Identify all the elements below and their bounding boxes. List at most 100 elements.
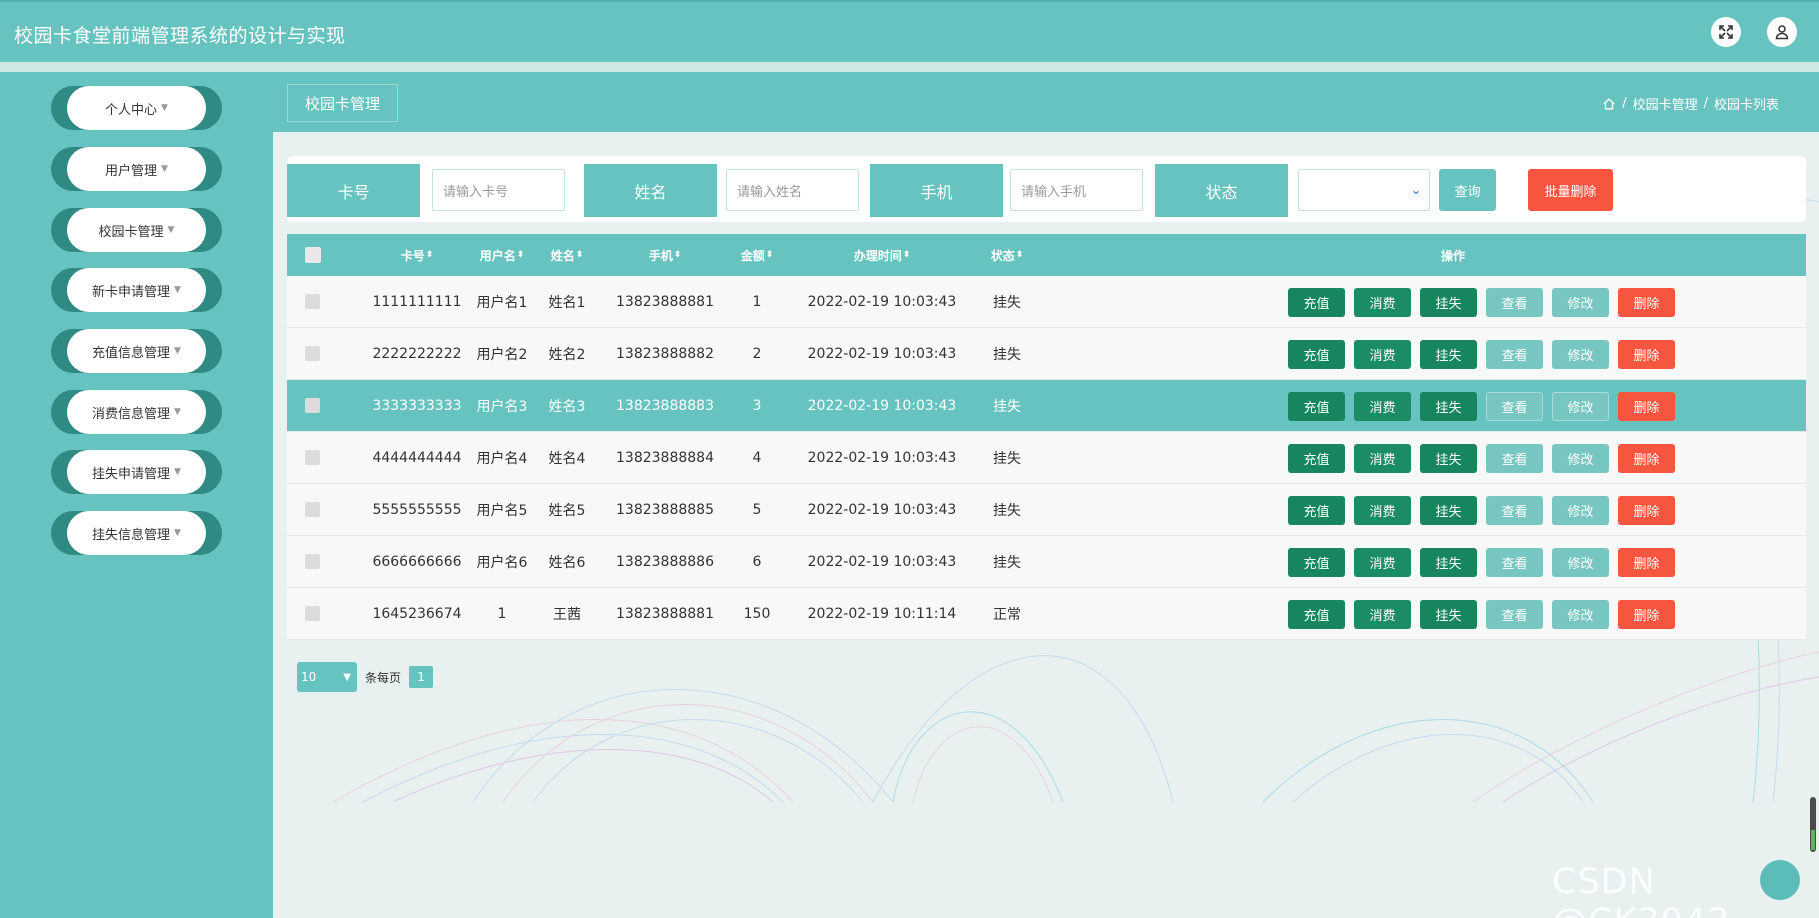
card-number-input[interactable]: 请输入卡号 (432, 169, 565, 211)
edit-button[interactable]: 修改 (1552, 392, 1609, 421)
col-name[interactable]: 姓名 ⬍ (537, 234, 597, 276)
table-row[interactable]: 1111111111 用户名1 姓名1 13823888881 1 2022-0… (287, 276, 1806, 328)
table-row[interactable]: 6666666666 用户名6 姓名6 13823888886 6 2022-0… (287, 536, 1806, 588)
edit-button[interactable]: 修改 (1552, 340, 1609, 369)
page-size-value: 10 (301, 670, 317, 684)
col-process-time[interactable]: 办理时间 ⬍ (802, 234, 962, 276)
recharge-button[interactable]: 充值 (1288, 288, 1345, 317)
cell-username: 用户名3 (476, 399, 528, 415)
phone-input[interactable]: 请输入手机 (1010, 169, 1143, 211)
sidebar-item-user-management[interactable]: 用户管理 ▼ (51, 147, 222, 191)
report-loss-button[interactable]: 挂失 (1420, 496, 1477, 525)
consume-button[interactable]: 消费 (1354, 392, 1411, 421)
delete-button[interactable]: 删除 (1618, 340, 1675, 369)
view-button[interactable]: 查看 (1486, 600, 1543, 629)
table-row[interactable]: 2222222222 用户名2 姓名2 13823888882 2 2022-0… (287, 328, 1806, 380)
edit-button[interactable]: 修改 (1552, 496, 1609, 525)
tab-campus-card[interactable]: 校园卡管理 (287, 84, 398, 122)
table-row[interactable]: 5555555555 用户名5 姓名5 13823888885 5 2022-0… (287, 484, 1806, 536)
sidebar-item-loss-application[interactable]: 挂失申请管理 ▼ (51, 450, 222, 494)
sort-icon: ⬍ (575, 250, 584, 260)
table-row[interactable]: 3333333333 用户名3 姓名3 13823888883 3 2022-0… (287, 380, 1806, 432)
consume-button[interactable]: 消费 (1354, 340, 1411, 369)
col-status[interactable]: 状态 ⬍ (977, 234, 1037, 276)
row-checkbox[interactable] (305, 502, 320, 517)
status-select[interactable]: ⌄ (1298, 169, 1430, 211)
sidebar-item-label: 挂失信息管理 (92, 527, 171, 543)
row-checkbox[interactable] (305, 346, 320, 361)
view-button[interactable]: 查看 (1486, 444, 1543, 473)
recharge-button[interactable]: 充值 (1288, 600, 1345, 629)
row-checkbox[interactable] (305, 398, 320, 413)
view-button[interactable]: 查看 (1486, 340, 1543, 369)
view-button[interactable]: 查看 (1486, 496, 1543, 525)
row-checkbox[interactable] (305, 450, 320, 465)
edit-button[interactable]: 修改 (1552, 600, 1609, 629)
sidebar-item-new-card-application[interactable]: 新卡申请管理 ▼ (51, 268, 222, 312)
table-row[interactable]: 1645236674 1 王茜 13823888881 150 2022-02-… (287, 588, 1806, 640)
sidebar-item-loss-info[interactable]: 挂失信息管理 ▼ (51, 511, 222, 555)
batch-delete-button[interactable]: 批量删除 (1528, 169, 1613, 211)
recharge-button[interactable]: 充值 (1288, 548, 1345, 577)
report-loss-button[interactable]: 挂失 (1420, 392, 1477, 421)
report-loss-button[interactable]: 挂失 (1420, 340, 1477, 369)
col-username[interactable]: 用户名 ⬍ (462, 234, 542, 276)
row-checkbox[interactable] (305, 606, 320, 621)
chevron-down-icon: ▼ (167, 225, 175, 235)
col-amount[interactable]: 金额 ⬍ (727, 234, 787, 276)
page-number-button[interactable]: 1 (409, 666, 434, 688)
report-loss-button[interactable]: 挂失 (1420, 600, 1477, 629)
row-checkbox[interactable] (305, 554, 320, 569)
edit-button[interactable]: 修改 (1552, 444, 1609, 473)
cell-amount: 150 (743, 606, 771, 622)
sidebar-item-recharge-info[interactable]: 充值信息管理 ▼ (51, 329, 222, 373)
breadcrumb-link[interactable]: 校园卡管理 (1633, 94, 1698, 113)
name-input[interactable]: 请输入姓名 (726, 169, 859, 211)
home-icon[interactable] (1602, 97, 1616, 111)
consume-button[interactable]: 消费 (1354, 444, 1411, 473)
select-all-checkbox[interactable] (305, 234, 321, 276)
table-row[interactable]: 4444444444 用户名4 姓名4 13823888884 4 2022-0… (287, 432, 1806, 484)
delete-button[interactable]: 删除 (1618, 288, 1675, 317)
delete-button[interactable]: 删除 (1618, 496, 1675, 525)
page-size-select[interactable]: 10 ▼ (297, 662, 357, 692)
cell-process-time: 2022-02-19 10:03:43 (807, 398, 957, 414)
report-loss-button[interactable]: 挂失 (1420, 444, 1477, 473)
edit-button[interactable]: 修改 (1552, 548, 1609, 577)
query-button[interactable]: 查询 (1439, 169, 1496, 211)
view-button[interactable]: 查看 (1486, 392, 1543, 421)
consume-button[interactable]: 消费 (1354, 600, 1411, 629)
consume-button[interactable]: 消费 (1354, 548, 1411, 577)
sort-icon: ⬍ (765, 250, 774, 260)
edit-button[interactable]: 修改 (1552, 288, 1609, 317)
delete-button[interactable]: 删除 (1618, 392, 1675, 421)
sidebar-item-label: 用户管理 (105, 163, 158, 179)
sidebar-item-personal-center[interactable]: 个人中心 ▼ (51, 86, 222, 130)
consume-button[interactable]: 消费 (1354, 496, 1411, 525)
delete-button[interactable]: 删除 (1618, 600, 1675, 629)
recharge-button[interactable]: 充值 (1288, 444, 1345, 473)
cell-username: 用户名5 (476, 503, 528, 519)
report-loss-button[interactable]: 挂失 (1420, 288, 1477, 317)
delete-button[interactable]: 删除 (1618, 444, 1675, 473)
table-header: 卡号 ⬍ 用户名 ⬍ 姓名 ⬍ 手机 ⬍ 金额 ⬍ 办理时间 ⬍ 状态 ⬍ 操作 (287, 234, 1806, 276)
sidebar-item-consumption-info[interactable]: 消费信息管理 ▼ (51, 390, 222, 434)
row-checkbox[interactable] (305, 294, 320, 309)
cell-status: 挂失 (993, 503, 1021, 519)
view-button[interactable]: 查看 (1486, 548, 1543, 577)
recharge-button[interactable]: 充值 (1288, 340, 1345, 369)
cell-phone: 13823888885 (616, 502, 714, 518)
cell-process-time: 2022-02-19 10:03:43 (807, 554, 957, 570)
fullscreen-button[interactable] (1711, 17, 1741, 47)
sidebar-item-campus-card[interactable]: 校园卡管理 ▼ (51, 208, 222, 252)
header-divider (0, 62, 1819, 72)
recharge-button[interactable]: 充值 (1288, 392, 1345, 421)
cell-username: 用户名6 (476, 555, 528, 571)
consume-button[interactable]: 消费 (1354, 288, 1411, 317)
col-phone[interactable]: 手机 ⬍ (605, 234, 725, 276)
view-button[interactable]: 查看 (1486, 288, 1543, 317)
delete-button[interactable]: 删除 (1618, 548, 1675, 577)
recharge-button[interactable]: 充值 (1288, 496, 1345, 525)
report-loss-button[interactable]: 挂失 (1420, 548, 1477, 577)
user-profile-button[interactable] (1767, 17, 1797, 47)
